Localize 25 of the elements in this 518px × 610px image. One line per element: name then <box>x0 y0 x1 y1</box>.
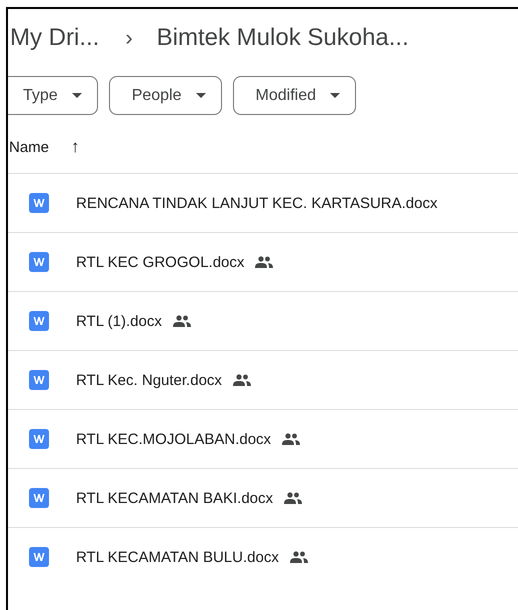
file-name[interactable]: RENCANA TINDAK LANJUT KEC. KARTASURA.docx <box>76 194 438 212</box>
breadcrumb-item[interactable]: My Dri... <box>10 24 100 52</box>
word-document-icon <box>29 252 49 272</box>
word-document-icon <box>29 547 49 567</box>
breadcrumb-separator: › <box>125 25 133 51</box>
caret-icon <box>196 93 206 98</box>
word-document-icon <box>29 193 49 213</box>
word-document-icon <box>29 429 49 449</box>
word-document-icon <box>29 370 49 390</box>
breadcrumb-item[interactable]: Bimtek Mulok Sukoha... <box>156 24 409 52</box>
sort-arrow[interactable]: ↑ <box>71 137 80 157</box>
file-name[interactable]: RTL KEC.MOJOLABAN.docx <box>76 430 272 448</box>
file-name[interactable]: RTL (1).docx <box>76 312 162 330</box>
filter-chip[interactable]: Type <box>8 76 98 115</box>
file-name[interactable]: RTL KECAMATAN BAKI.docx <box>76 490 273 506</box>
filter-chip[interactable]: People <box>108 76 222 115</box>
caret-icon <box>72 93 82 98</box>
word-document-icon <box>29 488 49 508</box>
filter-chip[interactable]: Modified <box>232 76 356 115</box>
file-name[interactable]: RTL KEC GROGOL.docx <box>76 254 244 270</box>
caret-icon <box>330 93 340 98</box>
file-name[interactable]: RTL Kec. Nguter.docx <box>76 372 222 388</box>
column-header[interactable]: Name <box>9 138 50 156</box>
file-name[interactable]: RTL KECAMATAN BULU.docx <box>76 548 279 566</box>
word-document-icon <box>29 311 49 331</box>
